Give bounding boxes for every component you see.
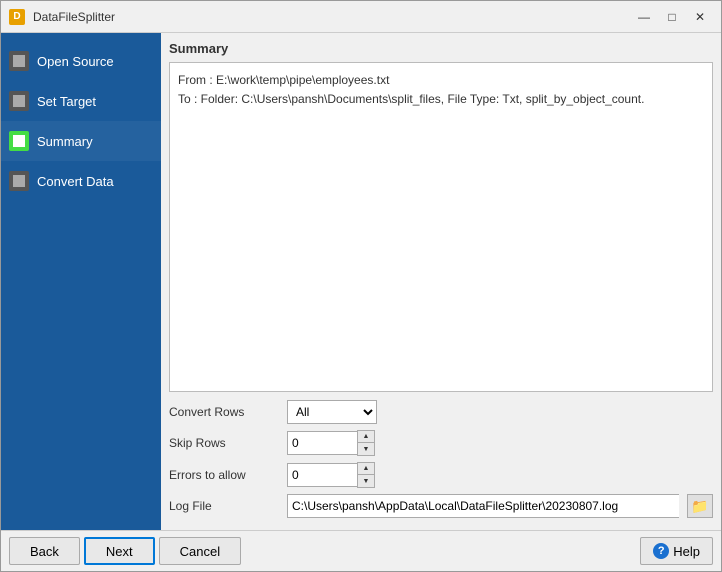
- sidebar-label-summary: Summary: [37, 134, 93, 149]
- summary-box: From : E:\work\temp\pipe\employees.txt T…: [169, 62, 713, 392]
- errors-down-button[interactable]: ▼: [358, 475, 374, 487]
- errors-to-allow-row: Errors to allow ▲ ▼: [169, 462, 713, 488]
- errors-to-allow-input[interactable]: [287, 463, 357, 487]
- log-file-label: Log File: [169, 499, 279, 513]
- errors-up-button[interactable]: ▲: [358, 463, 374, 475]
- step-indicator-set-target: [9, 91, 29, 111]
- minimize-button[interactable]: —: [631, 7, 657, 27]
- errors-to-allow-spinner: ▲ ▼: [287, 462, 375, 488]
- skip-rows-up-button[interactable]: ▲: [358, 431, 374, 443]
- step-indicator-summary: [9, 131, 29, 151]
- convert-rows-row: Convert Rows All Custom: [169, 400, 713, 424]
- next-button[interactable]: Next: [84, 537, 155, 565]
- skip-rows-label: Skip Rows: [169, 436, 279, 450]
- cancel-button[interactable]: Cancel: [159, 537, 241, 565]
- log-file-input[interactable]: [287, 494, 679, 518]
- main-window: D DataFileSplitter — □ ✕ Open Source Set…: [0, 0, 722, 572]
- folder-icon: 📁: [691, 498, 708, 515]
- skip-rows-input[interactable]: [287, 431, 357, 455]
- close-button[interactable]: ✕: [687, 7, 713, 27]
- sidebar-item-summary[interactable]: Summary: [1, 121, 161, 161]
- sidebar: Open Source Set Target Summary Convert D…: [1, 33, 161, 530]
- form-section: Convert Rows All Custom Skip Rows ▲ ▼: [169, 400, 713, 518]
- convert-rows-label: Convert Rows: [169, 405, 279, 419]
- back-button[interactable]: Back: [9, 537, 80, 565]
- sidebar-label-open-source: Open Source: [37, 54, 114, 69]
- title-bar: D DataFileSplitter — □ ✕: [1, 1, 721, 33]
- help-label: Help: [673, 544, 700, 559]
- summary-line-from: From : E:\work\temp\pipe\employees.txt: [178, 71, 704, 90]
- errors-to-allow-label: Errors to allow: [169, 468, 279, 482]
- step-indicator-convert-data: [9, 171, 29, 191]
- sidebar-item-set-target[interactable]: Set Target: [1, 81, 161, 121]
- summary-line-to: To : Folder: C:\Users\pansh\Documents\sp…: [178, 90, 704, 109]
- window-controls: — □ ✕: [631, 7, 713, 27]
- skip-rows-buttons: ▲ ▼: [357, 430, 375, 456]
- content-area: Open Source Set Target Summary Convert D…: [1, 33, 721, 530]
- window-title: DataFileSplitter: [33, 10, 631, 24]
- sidebar-label-convert-data: Convert Data: [37, 174, 114, 189]
- log-file-browse-button[interactable]: 📁: [687, 494, 713, 518]
- step-indicator-open-source: [9, 51, 29, 71]
- skip-rows-down-button[interactable]: ▼: [358, 443, 374, 455]
- skip-rows-spinner: ▲ ▼: [287, 430, 375, 456]
- help-button[interactable]: ? Help: [640, 537, 713, 565]
- sidebar-item-open-source[interactable]: Open Source: [1, 41, 161, 81]
- help-icon: ?: [653, 543, 669, 559]
- log-file-row: Log File 📁: [169, 494, 713, 518]
- panel-title: Summary: [169, 41, 713, 56]
- errors-to-allow-buttons: ▲ ▼: [357, 462, 375, 488]
- main-panel: Summary From : E:\work\temp\pipe\employe…: [161, 33, 721, 530]
- convert-rows-select[interactable]: All Custom: [287, 400, 377, 424]
- bottom-bar: Back Next Cancel ? Help: [1, 530, 721, 571]
- sidebar-item-convert-data[interactable]: Convert Data: [1, 161, 161, 201]
- sidebar-label-set-target: Set Target: [37, 94, 96, 109]
- app-icon: D: [9, 9, 25, 25]
- maximize-button[interactable]: □: [659, 7, 685, 27]
- skip-rows-row: Skip Rows ▲ ▼: [169, 430, 713, 456]
